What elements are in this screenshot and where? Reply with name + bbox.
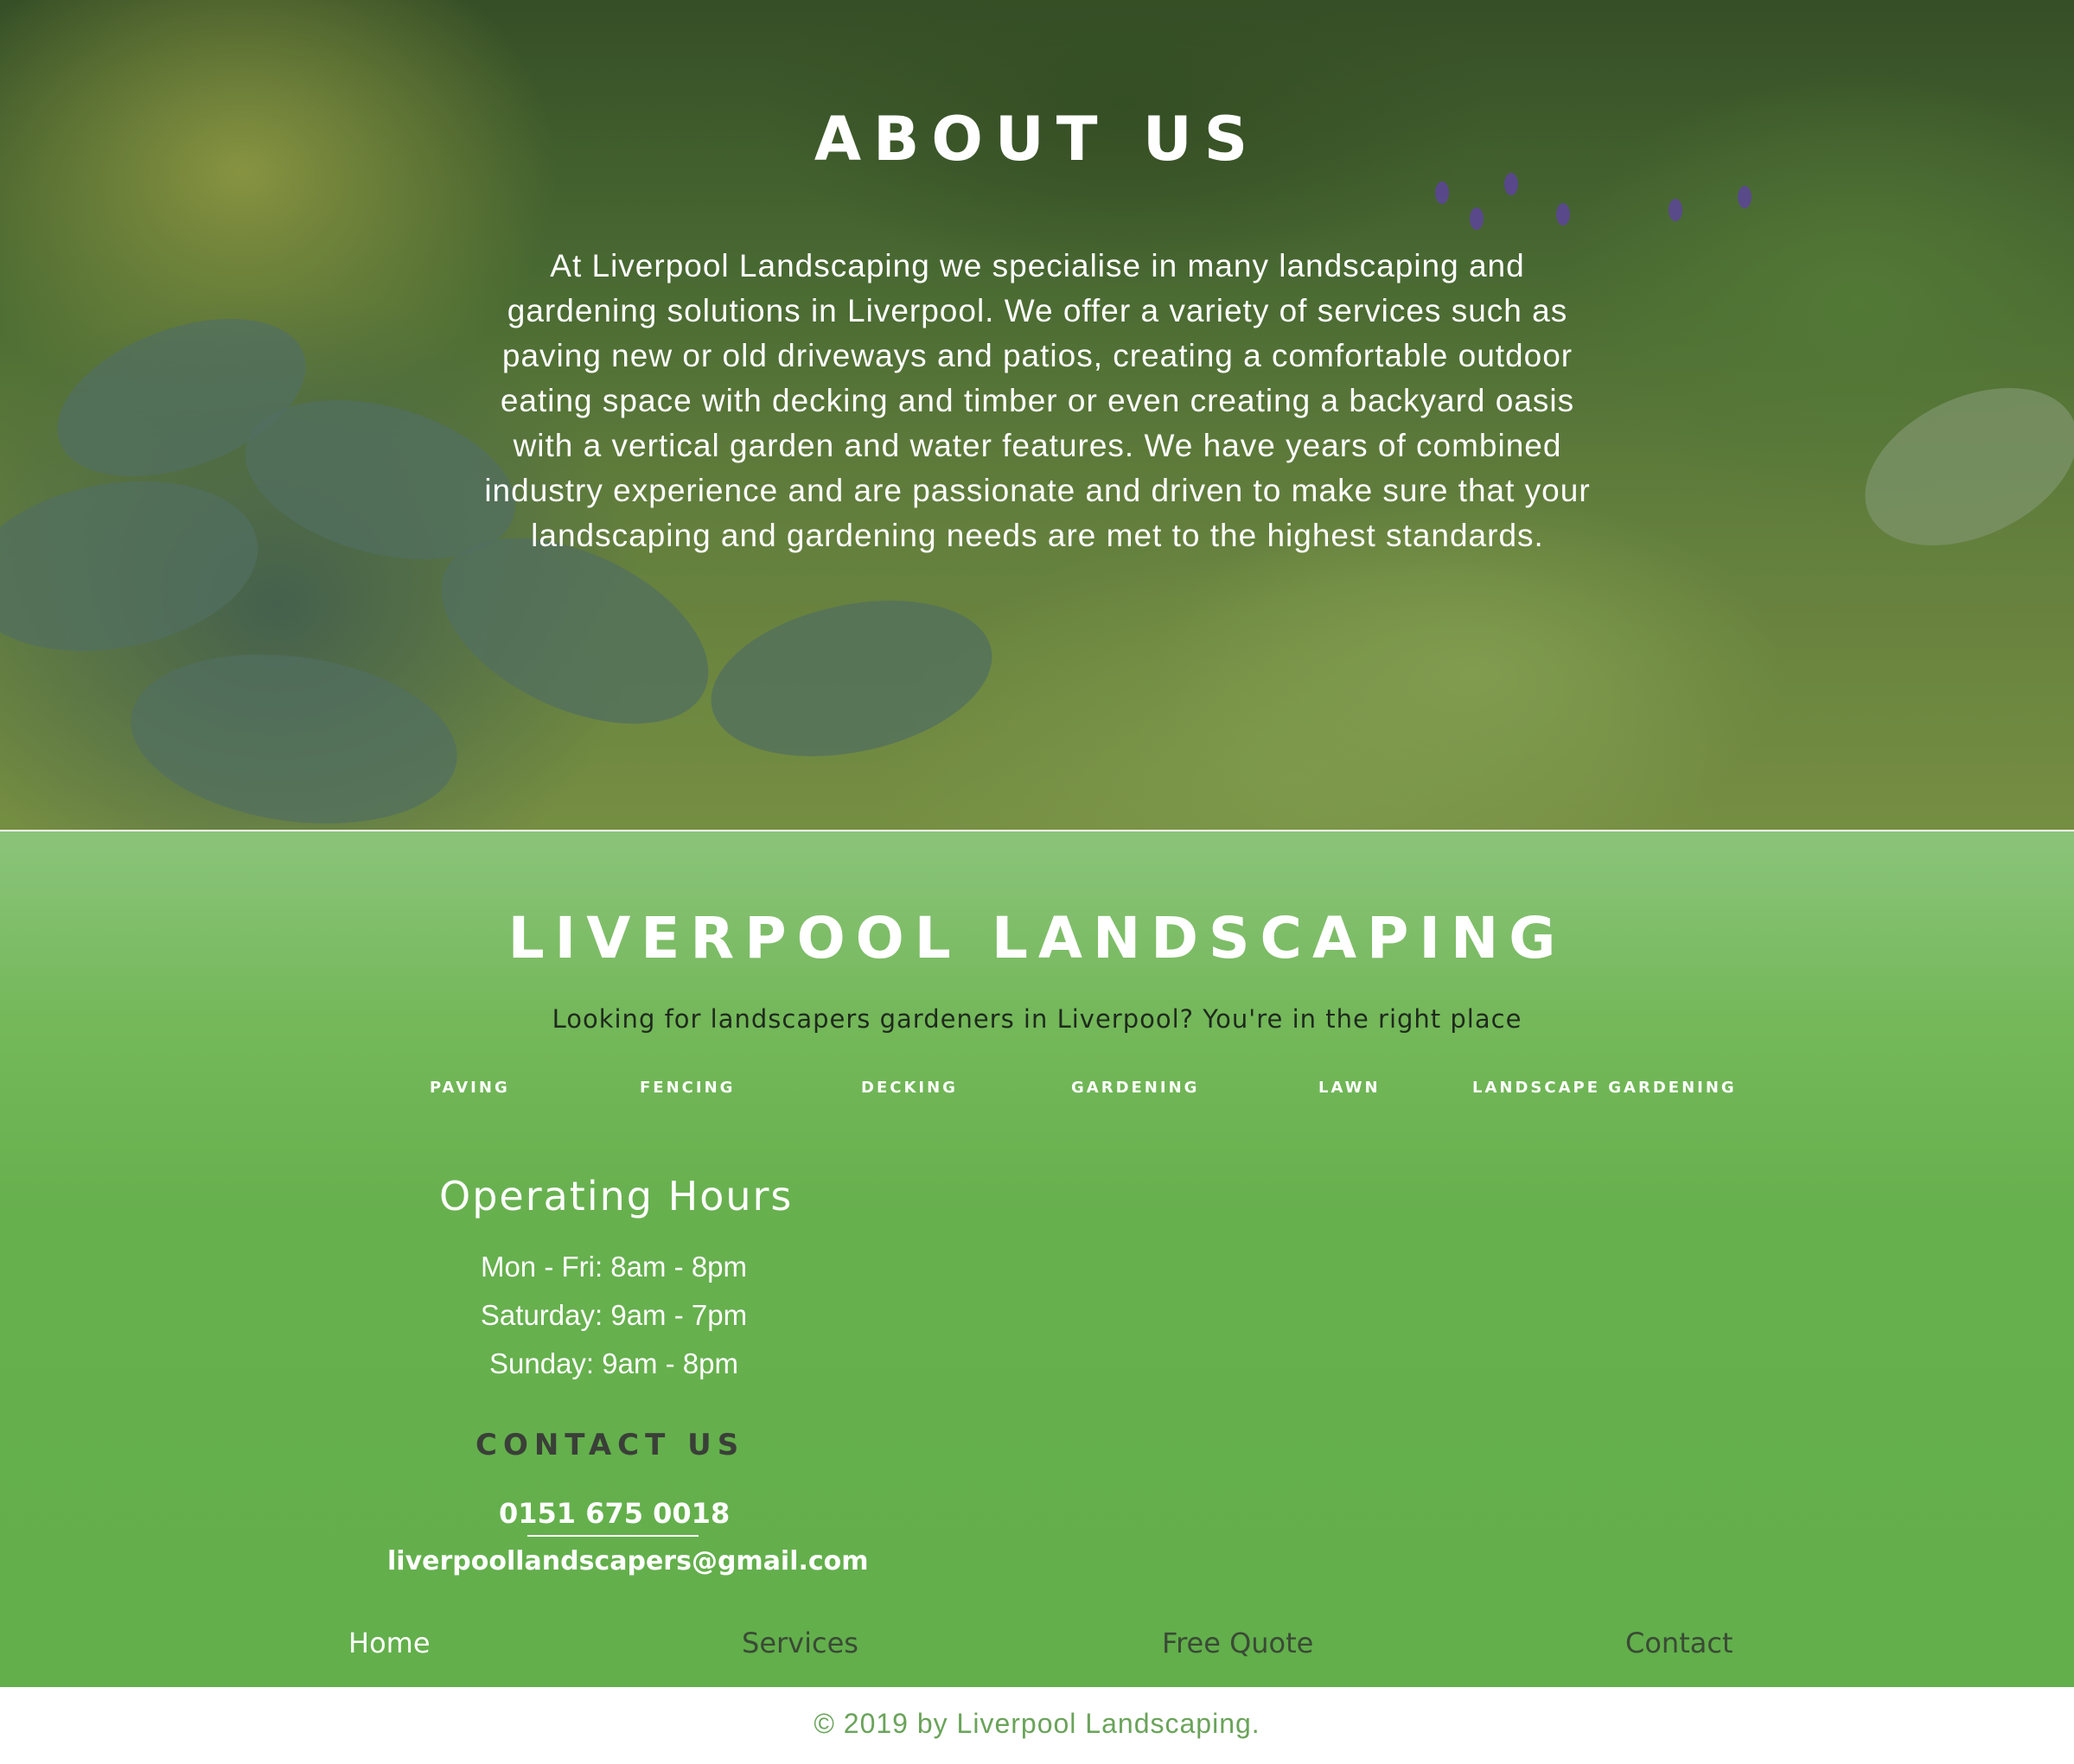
brand-title: LIVERPOOL LANDSCAPING — [507, 905, 1567, 971]
hours-sunday: Sunday: 9am - 8pm — [489, 1347, 738, 1379]
nav-contact[interactable]: Contact — [1625, 1627, 1733, 1659]
email-link[interactable]: liverpoollandscapers@gmail.com — [387, 1546, 869, 1576]
service-link-gardening[interactable]: GARDENING — [1071, 1079, 1199, 1097]
phone-link[interactable]: 0151 675 0018 — [499, 1497, 730, 1530]
footer-section: LIVERPOOL LANDSCAPING Looking for landsc… — [0, 831, 2074, 1687]
hours-weekday: Mon - Fri: 8am - 8pm — [480, 1251, 748, 1283]
phone-underline — [527, 1535, 699, 1537]
about-hero-section: ABOUT US At Liverpool Landscaping we spe… — [0, 0, 2074, 830]
service-link-fencing[interactable]: FENCING — [640, 1079, 735, 1097]
tagline: Looking for landscapers gardeners in Liv… — [552, 1004, 1522, 1034]
hours-saturday: Saturday: 9am - 7pm — [480, 1299, 748, 1331]
nav-home[interactable]: Home — [348, 1627, 431, 1659]
about-title: ABOUT US — [814, 104, 1260, 175]
nav-services[interactable]: Services — [742, 1627, 858, 1659]
service-link-decking[interactable]: DECKING — [861, 1079, 958, 1097]
service-link-landscape-gardening[interactable]: LANDSCAPE GARDENING — [1472, 1079, 1737, 1097]
operating-hours-title: Operating Hours — [439, 1173, 794, 1220]
service-link-paving[interactable]: PAVING — [430, 1079, 510, 1097]
nav-free-quote[interactable]: Free Quote — [1162, 1627, 1313, 1659]
contact-us-title: CONTACT US — [475, 1428, 745, 1462]
copyright-text: © 2019 by Liverpool Landscaping. — [814, 1708, 1260, 1739]
service-link-lawn[interactable]: LAWN — [1318, 1079, 1381, 1097]
about-text: At Liverpool Landscaping we specialise i… — [484, 248, 1591, 553]
